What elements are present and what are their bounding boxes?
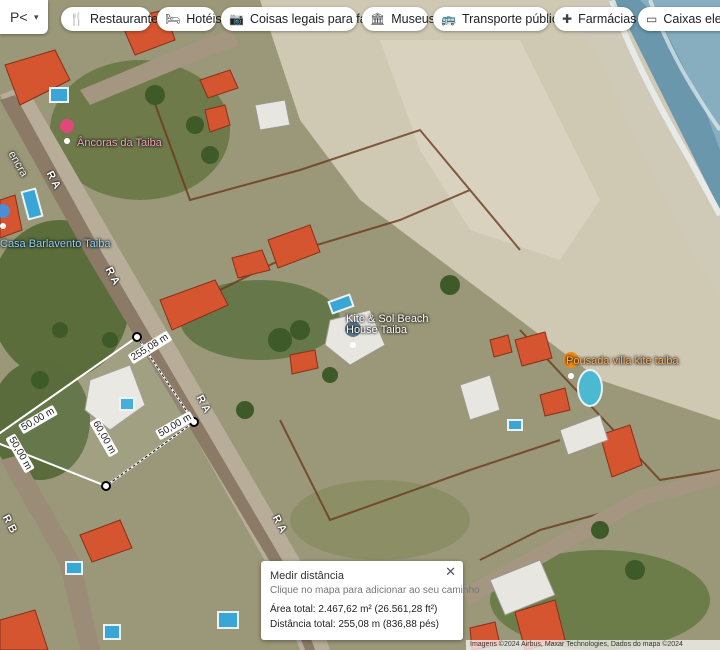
place-label-casa-barlavento[interactable]: Casa Barlavento Taiba: [0, 238, 110, 250]
total-area: Área total: 2.467,62 m² (26.561,28 ft²): [270, 604, 438, 615]
atm-icon: ▭: [646, 12, 658, 26]
total-distance: Distância total: 255,08 m (836,88 pés): [270, 619, 439, 630]
chip-museums[interactable]: 🏛 Museus: [362, 7, 435, 31]
panel-title: Medir distância: [270, 570, 344, 582]
chip-label: Restaurantes: [89, 12, 165, 26]
close-icon[interactable]: ✕: [445, 564, 456, 580]
chip-label: Museus: [391, 12, 436, 26]
chip-things-to-do[interactable]: 📷 Coisas legais para fa...: [221, 7, 377, 31]
hotel-icon: 🛏: [165, 12, 181, 26]
category-chip-bar: P< ▾ 🍴 Restaurantes 🛏 Hotéis 📷 Coisas le…: [0, 0, 720, 38]
place-label-pousada[interactable]: Pousada villa kite taiba: [566, 355, 679, 367]
chip-transit[interactable]: 🚌 Transporte público: [433, 7, 565, 31]
chip-restaurants[interactable]: 🍴 Restaurantes: [61, 7, 164, 31]
camera-icon: 📷: [229, 12, 244, 26]
chip-pharmacies[interactable]: ✚ Farmácias: [554, 7, 637, 31]
pharmacy-icon: ✚: [562, 12, 573, 26]
layer-toggle-button[interactable]: P< ▾: [0, 0, 48, 34]
restaurant-icon: 🍴: [69, 12, 84, 26]
chip-label: Transporte público: [461, 12, 566, 26]
panel-hint: Clique no mapa para adicionar ao seu cam…: [270, 585, 480, 596]
place-label-ancoras[interactable]: Âncoras da Taiba: [77, 137, 162, 149]
museum-icon: 🏛: [370, 12, 386, 26]
chip-label: Caixas eletrô: [663, 12, 720, 26]
chip-label: Hotéis: [186, 12, 222, 26]
place-label-kite-sol[interactable]: Kite & Sol Beach House Taiba: [346, 314, 432, 336]
bus-icon: 🚌: [441, 12, 456, 26]
layer-toggle-label: P<: [10, 9, 28, 25]
chip-label: Coisas legais para fa...: [249, 12, 378, 26]
chip-label: Farmácias: [578, 12, 637, 26]
chip-hotels[interactable]: 🛏 Hotéis: [157, 7, 222, 31]
chevron-down-icon[interactable]: ▾: [34, 12, 39, 23]
measure-distance-panel: ✕ Medir distância Clique no mapa para ad…: [261, 561, 480, 640]
chip-atms[interactable]: ▭ Caixas eletrô: [638, 7, 720, 31]
map-attribution[interactable]: Imagens ©2024 Airbus, Maxar Technologies…: [466, 640, 720, 650]
place-label-kite-sol-text: Kite & Sol Beach House Taiba: [346, 313, 429, 336]
